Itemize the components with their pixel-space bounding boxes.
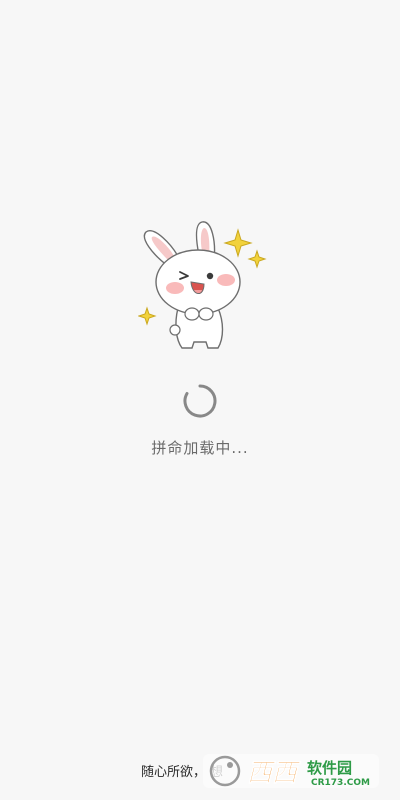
watermark-subtitle: 软件园: [307, 759, 352, 777]
rabbit-mascot-icon: [137, 216, 268, 356]
loading-text: 拼命加载中...: [151, 439, 249, 457]
site-watermark: 西西 软件园 CR173.COM: [203, 752, 381, 790]
watermark-brand: 西西: [247, 758, 301, 787]
slogan-lead: 随心所欲，: [141, 765, 207, 780]
loading-spinner-icon: [182, 383, 218, 419]
splash-screen: 拼命加载中... 随心所欲，想 西西 软件园 CR173.COM: [0, 0, 400, 800]
watermark-url: CR173.COM: [311, 778, 370, 788]
